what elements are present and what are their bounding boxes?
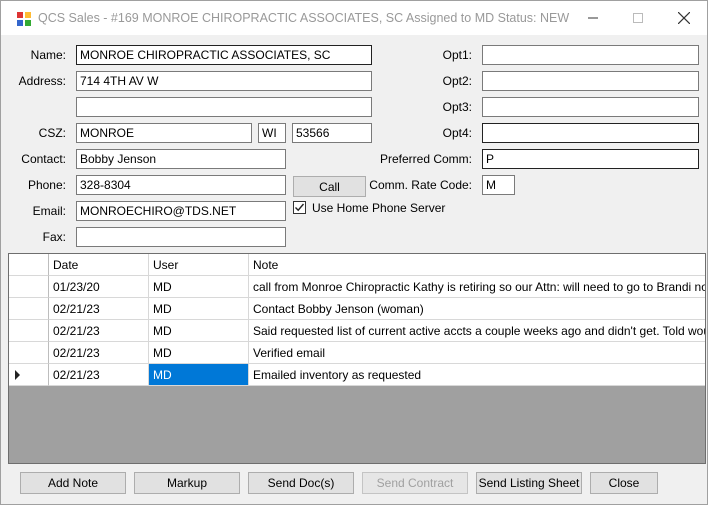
csz-label: CSZ: <box>38 126 66 140</box>
address2-field[interactable] <box>76 97 372 117</box>
table-row-current[interactable]: 02/21/23 MD Emailed inventory as request… <box>9 364 705 386</box>
cell-note[interactable]: Emailed inventory as requested <box>249 364 705 386</box>
state-field[interactable]: WI <box>258 123 286 143</box>
send-contract-button[interactable]: Send Contract <box>362 472 468 494</box>
email-label: Email: <box>32 204 66 218</box>
name-label: Name: <box>30 48 66 62</box>
preferred-comm-label: Preferred Comm: <box>379 152 472 166</box>
fax-field[interactable] <box>76 227 286 247</box>
cell-user[interactable]: MD <box>149 320 249 342</box>
comm-rate-label: Comm. Rate Code: <box>369 178 472 192</box>
address-label: Address: <box>18 74 66 88</box>
cell-user[interactable]: MD <box>149 276 249 298</box>
grid-header-row: Date User Note <box>9 254 705 276</box>
app-icon <box>17 12 31 26</box>
row-header[interactable] <box>9 298 49 320</box>
column-header-note[interactable]: Note <box>249 254 705 276</box>
window-title: QCS Sales - #169 MONROE CHIROPRACTIC ASS… <box>38 11 573 25</box>
fax-label: Fax: <box>42 230 66 244</box>
cell-date[interactable]: 01/23/20 <box>49 276 149 298</box>
opt4-field[interactable] <box>482 123 699 143</box>
cell-date[interactable]: 02/21/23 <box>49 364 149 386</box>
cell-note[interactable]: Contact Bobby Jenson (woman) <box>249 298 705 320</box>
markup-button[interactable]: Markup <box>134 472 240 494</box>
opt1-field[interactable] <box>482 45 699 65</box>
cell-date[interactable]: 02/21/23 <box>49 298 149 320</box>
row-header-corner <box>9 254 49 276</box>
column-header-date[interactable]: Date <box>49 254 149 276</box>
email-field[interactable]: MONROECHIRO@TDS.NET <box>76 201 286 221</box>
send-docs-button[interactable]: Send Doc(s) <box>248 472 354 494</box>
checkmark-icon <box>295 203 305 212</box>
row-header[interactable] <box>9 342 49 364</box>
comm-rate-field[interactable]: M <box>482 175 515 195</box>
cell-note[interactable]: Verified email <box>249 342 705 364</box>
preferred-comm-field[interactable]: P <box>482 149 699 169</box>
title-bar[interactable]: QCS Sales - #169 MONROE CHIROPRACTIC ASS… <box>1 1 707 35</box>
opt3-field[interactable] <box>482 97 699 117</box>
cell-date[interactable]: 02/21/23 <box>49 320 149 342</box>
minimize-icon <box>588 17 598 19</box>
main-window: QCS Sales - #169 MONROE CHIROPRACTIC ASS… <box>0 0 708 505</box>
cell-note[interactable]: call from Monroe Chiropractic Kathy is r… <box>249 276 705 298</box>
close-icon <box>678 12 690 24</box>
table-row[interactable]: 01/23/20 MD call from Monroe Chiropracti… <box>9 276 705 298</box>
use-home-phone-label[interactable]: Use Home Phone Server <box>312 201 445 215</box>
zip-field[interactable]: 53566 <box>292 123 372 143</box>
send-listing-sheet-button[interactable]: Send Listing Sheet <box>476 472 582 494</box>
cell-user-selected[interactable]: MD <box>149 364 249 386</box>
opt1-label: Opt1: <box>442 48 472 62</box>
cell-note[interactable]: Said requested list of current active ac… <box>249 320 705 342</box>
cell-date[interactable]: 02/21/23 <box>49 342 149 364</box>
name-field[interactable]: MONROE CHIROPRACTIC ASSOCIATES, SC <box>76 45 372 65</box>
table-row[interactable]: 02/21/23 MD Contact Bobby Jenson (woman) <box>9 298 705 320</box>
contact-field[interactable]: Bobby Jenson <box>76 149 286 169</box>
cell-user[interactable]: MD <box>149 298 249 320</box>
city-field[interactable]: MONROE <box>76 123 252 143</box>
contact-label: Contact: <box>21 152 66 166</box>
use-home-phone-checkbox[interactable] <box>293 201 306 214</box>
row-header[interactable] <box>9 364 49 386</box>
close-button[interactable]: Close <box>590 472 658 494</box>
maximize-icon <box>633 13 643 23</box>
add-note-button[interactable]: Add Note <box>20 472 126 494</box>
phone-label: Phone: <box>27 178 66 192</box>
row-header[interactable] <box>9 276 49 298</box>
cell-user[interactable]: MD <box>149 342 249 364</box>
table-row[interactable]: 02/21/23 MD Verified email <box>9 342 705 364</box>
opt4-label: Opt4: <box>442 126 472 140</box>
maximize-button[interactable] <box>615 1 661 35</box>
table-row[interactable]: 02/21/23 MD Said requested list of curre… <box>9 320 705 342</box>
phone-field[interactable]: 328-8304 <box>76 175 286 195</box>
address1-field[interactable]: 714 4TH AV W <box>76 71 372 91</box>
call-button[interactable]: Call <box>293 176 366 197</box>
opt2-field[interactable] <box>482 71 699 91</box>
current-row-arrow-icon <box>15 370 20 380</box>
opt3-label: Opt3: <box>442 100 472 114</box>
minimize-button[interactable] <box>570 1 616 35</box>
notes-grid[interactable]: Date User Note 01/23/20 MD call from Mon… <box>8 253 706 464</box>
opt2-label: Opt2: <box>442 74 472 88</box>
close-window-button[interactable] <box>661 1 707 35</box>
column-header-user[interactable]: User <box>149 254 249 276</box>
row-header[interactable] <box>9 320 49 342</box>
